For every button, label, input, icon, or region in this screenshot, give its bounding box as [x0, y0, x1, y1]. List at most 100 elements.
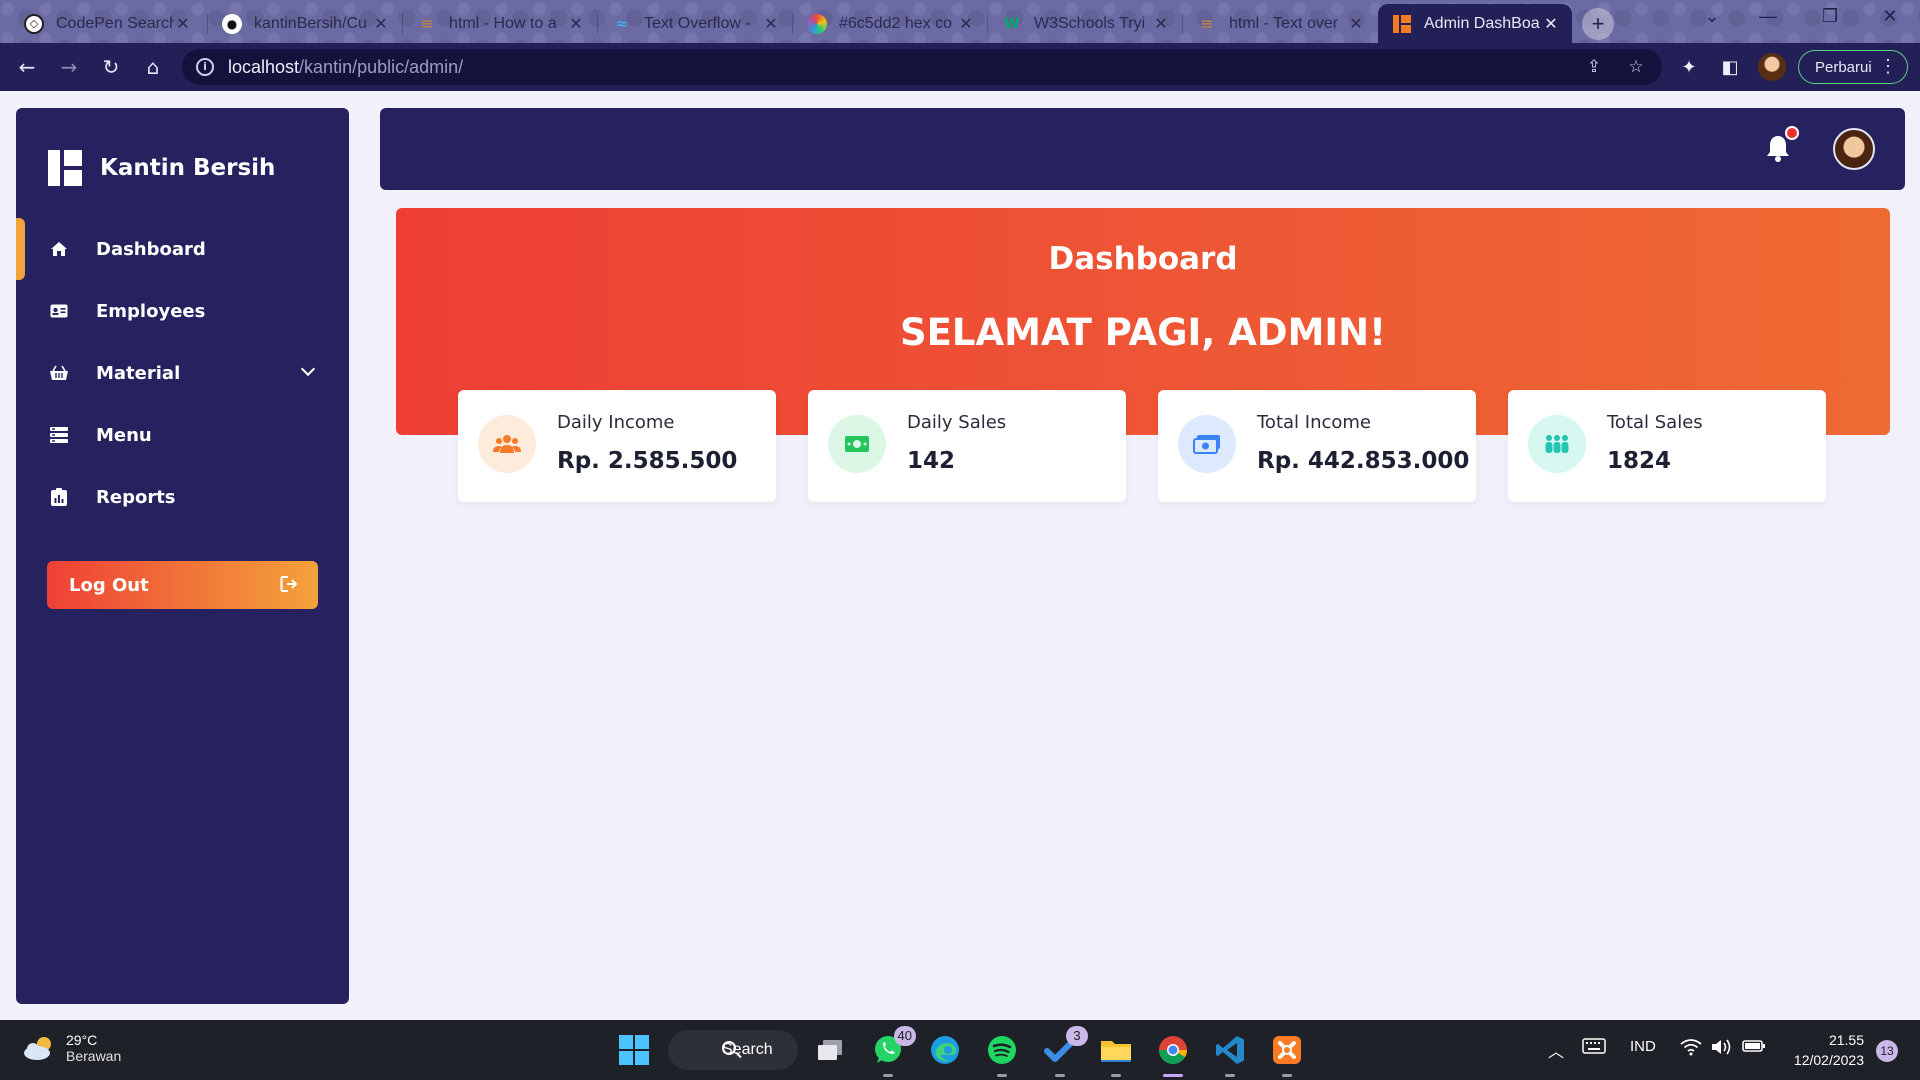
todo-badge: 3 [1066, 1026, 1088, 1046]
close-window-button[interactable]: ✕ [1870, 6, 1910, 36]
close-tab-icon[interactable]: ✕ [1152, 14, 1170, 33]
stat-value: Rp. 442.853.000 [1257, 448, 1470, 474]
taskbar-search[interactable]: Search [668, 1030, 798, 1070]
chrome-icon[interactable] [1155, 1032, 1191, 1077]
stat-label: Daily Sales [907, 412, 1007, 433]
color-wheel-icon [807, 13, 827, 34]
w3schools-icon: W [1004, 15, 1020, 32]
battery-icon[interactable] [1742, 1038, 1766, 1058]
money-bill-icon [828, 415, 886, 473]
tab-search-chevron-icon[interactable]: ⌄ [1692, 6, 1732, 36]
spotify-icon[interactable] [984, 1032, 1020, 1077]
browser-tab-stackoverflow-2[interactable]: ≡ html - Text over ✕ [1183, 4, 1377, 43]
browser-tab-admin-dashboard[interactable]: Admin DashBoa ✕ [1378, 4, 1572, 43]
stat-value: 1824 [1607, 448, 1672, 474]
reload-icon[interactable]: ↻ [96, 52, 126, 82]
bookmark-star-icon[interactable]: ☆ [1624, 57, 1648, 77]
browser-tab-hex-color[interactable]: #6c5dd2 hex co ✕ [793, 4, 987, 43]
tailwind-icon: ≈ [615, 14, 629, 33]
tab-title: Admin DashBoa [1424, 14, 1540, 32]
side-panel-icon[interactable]: ◧ [1717, 55, 1743, 81]
stat-card-daily-income[interactable]: Daily Income Rp. 2.585.500 [458, 390, 776, 502]
new-tab-button[interactable]: + [1582, 8, 1614, 40]
user-avatar[interactable] [1833, 128, 1875, 170]
close-tab-icon[interactable]: ✕ [1347, 14, 1365, 33]
app-logo-icon [1392, 14, 1412, 34]
forward-arrow-icon[interactable]: → [54, 52, 84, 82]
id-card-icon [48, 300, 70, 322]
keyboard-icon[interactable] [1582, 1038, 1606, 1058]
extensions-puzzle-icon[interactable]: ✦ [1676, 55, 1702, 81]
task-view-icon[interactable] [812, 1032, 848, 1068]
microsoft-todo-icon[interactable]: 3 [1042, 1026, 1088, 1077]
close-tab-icon[interactable]: ✕ [567, 14, 585, 33]
tab-title: CodePen Search [56, 14, 174, 32]
top-header-bar [380, 108, 1905, 190]
volume-icon[interactable] [1710, 1038, 1732, 1060]
close-tab-icon[interactable]: ✕ [372, 14, 390, 33]
stat-card-total-income[interactable]: Total Income Rp. 442.853.000 [1158, 390, 1476, 502]
sidebar-item-label: Employees [96, 300, 206, 322]
stat-card-total-sales[interactable]: Total Sales 1824 [1508, 390, 1826, 502]
brand-name: Kantin Bersih [100, 155, 276, 181]
weather-temperature: 29°C [66, 1032, 98, 1048]
sidebar-item-label: Reports [96, 486, 176, 508]
browser-tab-codepen[interactable]: ◇ CodePen Search ✕ [10, 4, 204, 43]
brand[interactable]: Kantin Bersih [48, 150, 275, 186]
close-tab-icon[interactable]: ✕ [174, 14, 192, 33]
update-button[interactable]: Perbarui ⋮ [1798, 50, 1908, 84]
chevron-down-icon[interactable] [300, 361, 316, 377]
home-button-icon[interactable]: ⌂ [138, 52, 168, 82]
edge-browser-icon[interactable] [927, 1032, 963, 1068]
tray-overflow-chevron-icon[interactable]: ︿ [1548, 1038, 1564, 1062]
stat-value: 142 [907, 448, 956, 474]
notification-count-badge[interactable]: 13 [1876, 1040, 1898, 1062]
sidebar-item-material[interactable]: Material [16, 342, 349, 404]
basket-icon [48, 362, 70, 384]
notification-bell-icon[interactable] [1765, 126, 1799, 164]
input-language[interactable]: IND [1630, 1038, 1656, 1055]
browser-tab-tailwind[interactable]: ≈ Text Overflow - ✕ [598, 4, 792, 43]
windows-start-icon[interactable] [619, 1035, 649, 1065]
sidebar-item-reports[interactable]: Reports [16, 466, 349, 528]
address-bar[interactable]: i localhost/kantin/public/admin/ ⇪ ☆ [182, 49, 1662, 85]
logout-button[interactable]: Log Out [47, 561, 318, 609]
home-icon [48, 238, 70, 260]
stackoverflow-icon: ≡ [420, 14, 434, 33]
profile-avatar[interactable] [1758, 53, 1786, 81]
wifi-icon[interactable] [1680, 1038, 1702, 1060]
close-tab-icon[interactable]: ✕ [957, 14, 975, 33]
stat-label: Daily Income [557, 412, 675, 433]
users-icon [478, 415, 536, 473]
browser-tab-bar: ◇ CodePen Search ✕ ● kantinBersih/Cu ✕ ≡… [0, 0, 1920, 43]
tab-title: html - Text over [1229, 14, 1339, 32]
unread-notification-dot [1785, 126, 1799, 140]
browser-tab-github[interactable]: ● kantinBersih/Cu ✕ [208, 4, 402, 43]
github-icon: ● [222, 13, 242, 34]
taskbar-clock[interactable]: 21.55 12/02/2023 [1794, 1030, 1864, 1070]
sidebar-item-menu[interactable]: Menu [16, 404, 349, 466]
vscode-icon[interactable] [1212, 1032, 1248, 1077]
back-arrow-icon[interactable]: ← [12, 52, 42, 82]
sidebar-item-dashboard[interactable]: Dashboard [16, 218, 349, 280]
weather-widget[interactable]: 29°C Berawan [22, 1032, 121, 1064]
site-info-icon[interactable]: i [196, 58, 214, 76]
close-tab-icon[interactable]: ✕ [762, 14, 780, 33]
whatsapp-unread-badge: 40 [893, 1026, 916, 1046]
stackoverflow-icon: ≡ [1200, 14, 1214, 33]
browser-tab-w3schools[interactable]: W W3Schools Tryi ✕ [988, 4, 1182, 43]
xampp-icon[interactable] [1269, 1032, 1305, 1077]
sidebar-item-label: Dashboard [96, 238, 206, 260]
stat-card-daily-sales[interactable]: Daily Sales 142 [808, 390, 1126, 502]
close-tab-icon[interactable]: ✕ [1542, 14, 1560, 33]
minimize-button[interactable]: — [1748, 6, 1788, 36]
browser-tab-stackoverflow[interactable]: ≡ html - How to a ✕ [403, 4, 597, 43]
more-menu-icon[interactable]: ⋮ [1879, 55, 1897, 77]
sidebar-item-employees[interactable]: Employees [16, 280, 349, 342]
tab-title: #6c5dd2 hex co [839, 14, 952, 32]
clock-date: 12/02/2023 [1793, 1052, 1864, 1068]
whatsapp-icon[interactable]: 40 [870, 1026, 916, 1077]
share-icon[interactable]: ⇪ [1582, 57, 1606, 77]
restore-button[interactable]: ❐ [1810, 6, 1850, 36]
file-explorer-icon[interactable] [1098, 1032, 1134, 1077]
